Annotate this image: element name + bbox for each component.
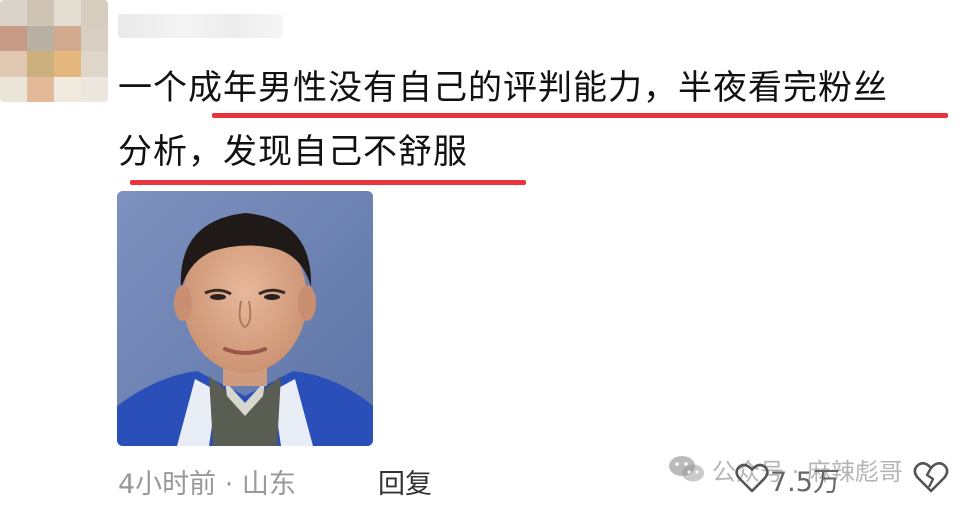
- avatar[interactable]: [0, 0, 108, 102]
- like-count: 7.5万: [770, 467, 840, 498]
- comment-time-location: 4小时前 · 山东: [118, 469, 296, 500]
- highlight-underline-2: [130, 180, 526, 185]
- broken-heart-icon[interactable]: [913, 460, 949, 494]
- comment-text-line-2: 分析，发现自己不舒服: [118, 132, 468, 172]
- heart-outline-icon[interactable]: [735, 462, 769, 494]
- reply-button[interactable]: 回复: [378, 462, 432, 501]
- username-blurred[interactable]: [118, 14, 283, 38]
- comment-image[interactable]: [117, 191, 373, 446]
- comment-text-line-1: 一个成年男性没有自己的评判能力，半夜看完粉丝: [118, 68, 888, 108]
- wechat-icon: [669, 456, 704, 482]
- highlight-underline-1: [212, 113, 948, 118]
